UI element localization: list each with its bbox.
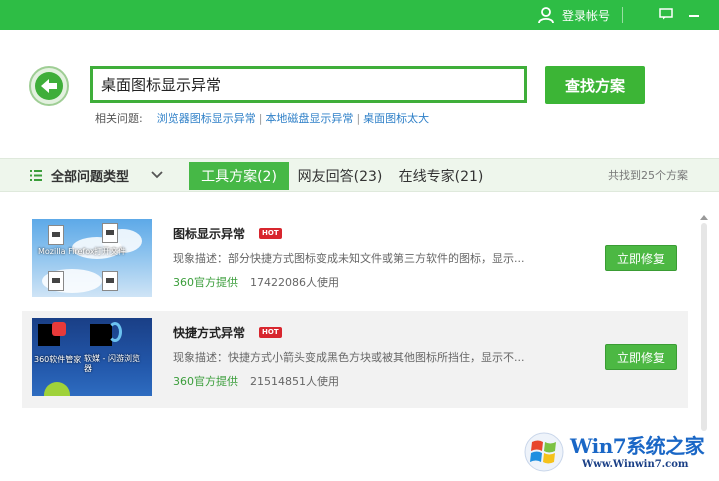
feedback-button[interactable]: [655, 4, 677, 24]
app-window: 登录帐号 查找方案 相关问题: [0, 0, 719, 481]
tab-online-experts[interactable]: 在线专家(21): [392, 162, 490, 190]
watermark: Win7系统之家 Www.Winwin7.com: [520, 426, 719, 481]
login-account-button[interactable]: 登录帐号: [537, 5, 610, 25]
result-source: 360官方提供: [173, 276, 238, 289]
thumb-label: 360软件管家: [34, 355, 82, 364]
category-dropdown[interactable]: 全部问题类型: [30, 159, 163, 191]
related-link-icon-too-big[interactable]: 桌面图标太大: [363, 110, 429, 126]
category-label: 全部问题类型: [51, 169, 130, 185]
watermark-brand: Win7系统之家: [570, 434, 705, 458]
arrow-left-icon: [41, 79, 57, 93]
tab-user-answers[interactable]: 网友回答(23): [292, 162, 388, 190]
result-meta: 360官方提供 21514851人使用: [173, 373, 339, 389]
windows-logo-icon: [524, 432, 564, 472]
result-description: 现象描述：快捷方式小箭头变成黑色方块或被其他图标所挡住，显示不...: [173, 351, 525, 364]
thumb-label: 软媒 - 闪游浏览器: [84, 354, 140, 373]
title-bar: 登录帐号: [0, 0, 719, 30]
related-label: 相关问题:: [95, 112, 143, 125]
result-title[interactable]: 快捷方式异常 HOT: [173, 324, 282, 341]
scrollbar-track[interactable]: [701, 223, 707, 431]
tab-bar: 全部问题类型 工具方案(2) 网友回答(23) 在线专家(21) 共找到25个方…: [0, 158, 719, 192]
related-link-browser-icon[interactable]: 浏览器图标显示异常: [157, 110, 256, 126]
search-box: [90, 66, 527, 103]
fix-now-button[interactable]: 立即修复: [605, 245, 677, 271]
minimize-button[interactable]: [683, 4, 705, 24]
result-thumbnail: Mozilla Firefox 打开文件: [32, 219, 152, 297]
chevron-down-icon: [151, 171, 163, 179]
related-questions: 相关问题: 浏览器图标显示异常 | 本地磁盘显示异常 | 桌面图标太大: [95, 110, 429, 126]
result-description: 现象描述：部分快捷方式图标变成未知文件或第三方软件的图标，显示...: [173, 252, 525, 265]
result-title[interactable]: 图标显示异常 HOT: [173, 225, 282, 242]
result-item: 360软件管家 软媒 - 闪游浏览器 快捷方式异常 HOT 现象描述：快捷方式小…: [22, 311, 688, 408]
related-link-local-disk[interactable]: 本地磁盘显示异常: [265, 110, 353, 126]
hot-badge: HOT: [259, 228, 282, 239]
back-button[interactable]: [29, 66, 69, 106]
result-source: 360官方提供: [173, 375, 238, 388]
result-thumbnail: 360软件管家 软媒 - 闪游浏览器: [32, 318, 152, 396]
related-separator: |: [356, 111, 361, 125]
found-count: 共找到25个方案: [608, 169, 688, 182]
scroll-up-arrow-icon[interactable]: [700, 213, 708, 221]
find-solution-button[interactable]: 查找方案: [545, 66, 645, 104]
thumb-label: Mozilla Firefox: [38, 247, 95, 256]
titlebar-divider: [622, 7, 623, 23]
related-separator: |: [258, 111, 263, 125]
result-usage: 21514851人使用: [250, 375, 339, 388]
result-item: Mozilla Firefox 打开文件 图标显示异常 HOT 现象描述：部分快…: [22, 212, 688, 309]
thumb-label: 打开文件: [94, 247, 126, 256]
list-icon: [30, 169, 42, 181]
login-label: 登录帐号: [562, 8, 611, 23]
search-input[interactable]: [93, 69, 524, 100]
minimize-icon: [689, 15, 699, 17]
hot-badge: HOT: [259, 327, 282, 338]
watermark-url: Www.Winwin7.com: [582, 459, 689, 470]
user-icon: [538, 7, 554, 24]
result-meta: 360官方提供 17422086人使用: [173, 274, 339, 290]
feedback-icon: [659, 8, 673, 20]
fix-now-button[interactable]: 立即修复: [605, 344, 677, 370]
result-usage: 17422086人使用: [250, 276, 339, 289]
tab-tool-solutions[interactable]: 工具方案(2): [189, 162, 289, 190]
